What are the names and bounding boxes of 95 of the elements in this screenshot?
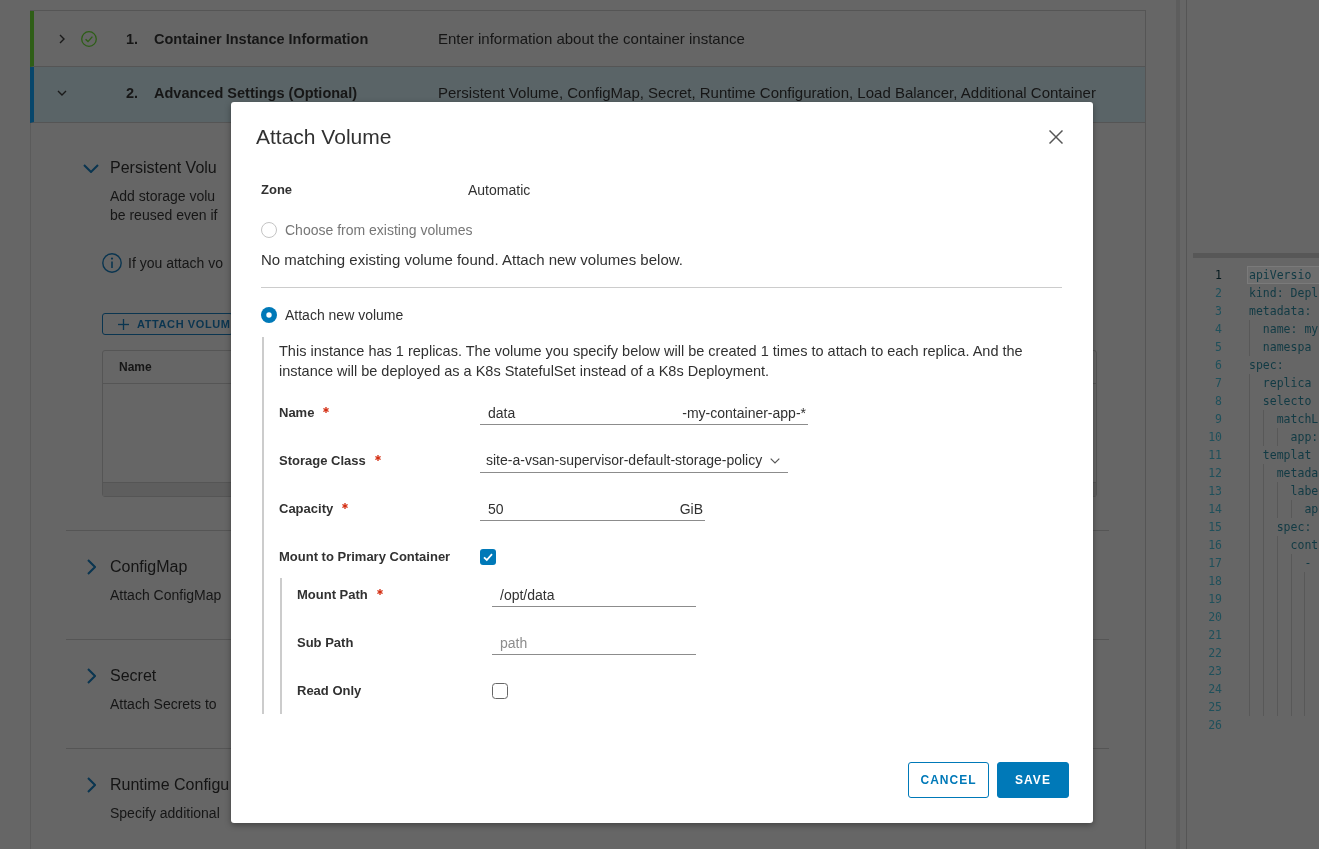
info-text: If you attach vo bbox=[128, 253, 223, 273]
column-header[interactable]: Name bbox=[119, 358, 152, 376]
line-number: 26 bbox=[1207, 717, 1222, 734]
line-number: 20 bbox=[1207, 609, 1222, 626]
section-description: Attach ConfigMap bbox=[110, 586, 222, 605]
checkbox[interactable] bbox=[480, 549, 496, 565]
dialog-title: Attach Volume bbox=[256, 125, 392, 149]
line-number: 7 bbox=[1214, 375, 1222, 392]
line-number: 21 bbox=[1207, 627, 1222, 644]
section-title[interactable]: ConfigMap bbox=[110, 556, 188, 578]
chevron-right-icon[interactable] bbox=[86, 668, 96, 684]
line-number: 14 bbox=[1207, 501, 1222, 518]
section-title[interactable]: Runtime Configu bbox=[110, 774, 230, 796]
line-number: 23 bbox=[1207, 663, 1222, 680]
text-field[interactable]: 50 bbox=[480, 497, 680, 521]
line-number: 2 bbox=[1214, 285, 1222, 302]
line-number: 1 bbox=[1214, 267, 1222, 284]
step-description: Enter information about the container instance bbox=[438, 30, 745, 47]
chevron-down-icon bbox=[770, 457, 780, 464]
code-line: replica bbox=[1262, 375, 1312, 392]
save-button[interactable]: SAVE bbox=[997, 762, 1069, 798]
field-label: Mount Path bbox=[297, 586, 368, 605]
code-line: templat bbox=[1262, 447, 1312, 464]
radio-label[interactable]: Attach new volume bbox=[285, 304, 404, 326]
plus-icon bbox=[118, 318, 129, 330]
radio-button[interactable] bbox=[261, 307, 277, 323]
chevron-down-icon[interactable] bbox=[57, 90, 67, 96]
input-suffix: GiB bbox=[679, 497, 705, 521]
info-icon bbox=[102, 253, 122, 273]
line-number: 9 bbox=[1214, 411, 1222, 428]
code-line: metada bbox=[1276, 465, 1319, 482]
code-line: spec: bbox=[1249, 357, 1284, 374]
section-description: Attach Secrets to bbox=[110, 695, 217, 714]
field-label: Zone bbox=[261, 181, 294, 200]
line-number: 10 bbox=[1207, 429, 1222, 446]
section-title[interactable]: Secret bbox=[110, 665, 157, 687]
line-number: 19 bbox=[1207, 591, 1222, 608]
code-line: spec: bbox=[1276, 519, 1312, 536]
line-number: 25 bbox=[1207, 699, 1222, 716]
line-number: 12 bbox=[1207, 465, 1222, 482]
field-label: Storage Class bbox=[279, 452, 366, 471]
section-description: Specify additional bbox=[110, 804, 220, 823]
step-description: Persistent Volume, ConfigMap, Secret, Runtime Configuration, Load Balancer, Additional Container bbox=[438, 85, 1096, 101]
field-label: Name bbox=[279, 404, 315, 423]
chevron-right-icon[interactable] bbox=[86, 777, 96, 793]
code-line: ap bbox=[1304, 501, 1319, 518]
code-line: labe bbox=[1290, 483, 1319, 500]
field-label: Read Only bbox=[297, 682, 362, 701]
code-line: cont bbox=[1290, 537, 1319, 554]
line-number: 16 bbox=[1207, 537, 1222, 554]
section-description: be reused even if bbox=[110, 206, 218, 225]
message-text: No matching existing volume found. Attach new volumes below. bbox=[261, 250, 683, 270]
text-field[interactable]: data bbox=[480, 401, 683, 425]
chevron-right-icon[interactable] bbox=[86, 559, 96, 575]
line-number: 4 bbox=[1214, 321, 1222, 338]
dropdown-field[interactable]: site-a-vsan-supervisor-default-storage-policy bbox=[480, 449, 788, 473]
step-number: 2. bbox=[126, 85, 140, 101]
line-number: 15 bbox=[1207, 519, 1222, 536]
field-label: Capacity bbox=[279, 500, 334, 519]
field-value: Automatic bbox=[468, 180, 531, 200]
step-number: 1. bbox=[126, 30, 140, 47]
close-button[interactable] bbox=[1049, 130, 1063, 144]
code-line: - bbox=[1304, 555, 1312, 572]
section-title[interactable]: Persistent Volu bbox=[110, 157, 217, 179]
text-field[interactable]: /opt/data bbox=[492, 583, 696, 607]
chevron-right-icon[interactable] bbox=[59, 33, 65, 44]
code-line: matchL bbox=[1276, 411, 1319, 428]
code-line: namespa bbox=[1262, 339, 1312, 356]
code-line: metadata: bbox=[1249, 303, 1312, 320]
line-number: 3 bbox=[1214, 303, 1222, 320]
code-line: name: my bbox=[1262, 321, 1319, 338]
line-number: 24 bbox=[1207, 681, 1222, 698]
line-number: 18 bbox=[1207, 573, 1222, 590]
line-number: 8 bbox=[1214, 393, 1222, 410]
input-suffix: -my-container-app-* bbox=[682, 401, 808, 425]
checkbox[interactable] bbox=[492, 683, 508, 699]
step-title: Advanced Settings (Optional) bbox=[154, 85, 358, 101]
line-number: 22 bbox=[1207, 645, 1222, 662]
field-label: Sub Path bbox=[297, 634, 354, 653]
line-number: 5 bbox=[1214, 339, 1222, 356]
code-line: app: bbox=[1290, 429, 1319, 446]
chevron-down-icon[interactable] bbox=[83, 163, 99, 173]
line-number: 6 bbox=[1214, 357, 1222, 374]
line-number: 13 bbox=[1207, 483, 1222, 500]
section-description: Add storage volu bbox=[110, 187, 216, 206]
code-line: selecto bbox=[1262, 393, 1312, 410]
code-line: kind: Depl bbox=[1249, 285, 1319, 302]
description-text: This instance has 1 replicas. The volume you specify below will be created 1 times to attach to each replica. And the instance will be deployed as a K8s StatefulSet instead of a K8s Deployment. bbox=[279, 342, 1024, 381]
text-field[interactable]: path bbox=[492, 631, 696, 655]
cancel-button[interactable]: CANCEL bbox=[908, 762, 989, 798]
line-number: 11 bbox=[1207, 447, 1222, 464]
step-title: Container Instance Information bbox=[154, 30, 370, 47]
field-label: Mount to Primary Container bbox=[279, 548, 451, 567]
close-icon bbox=[1049, 130, 1063, 144]
line-number: 17 bbox=[1207, 555, 1222, 572]
